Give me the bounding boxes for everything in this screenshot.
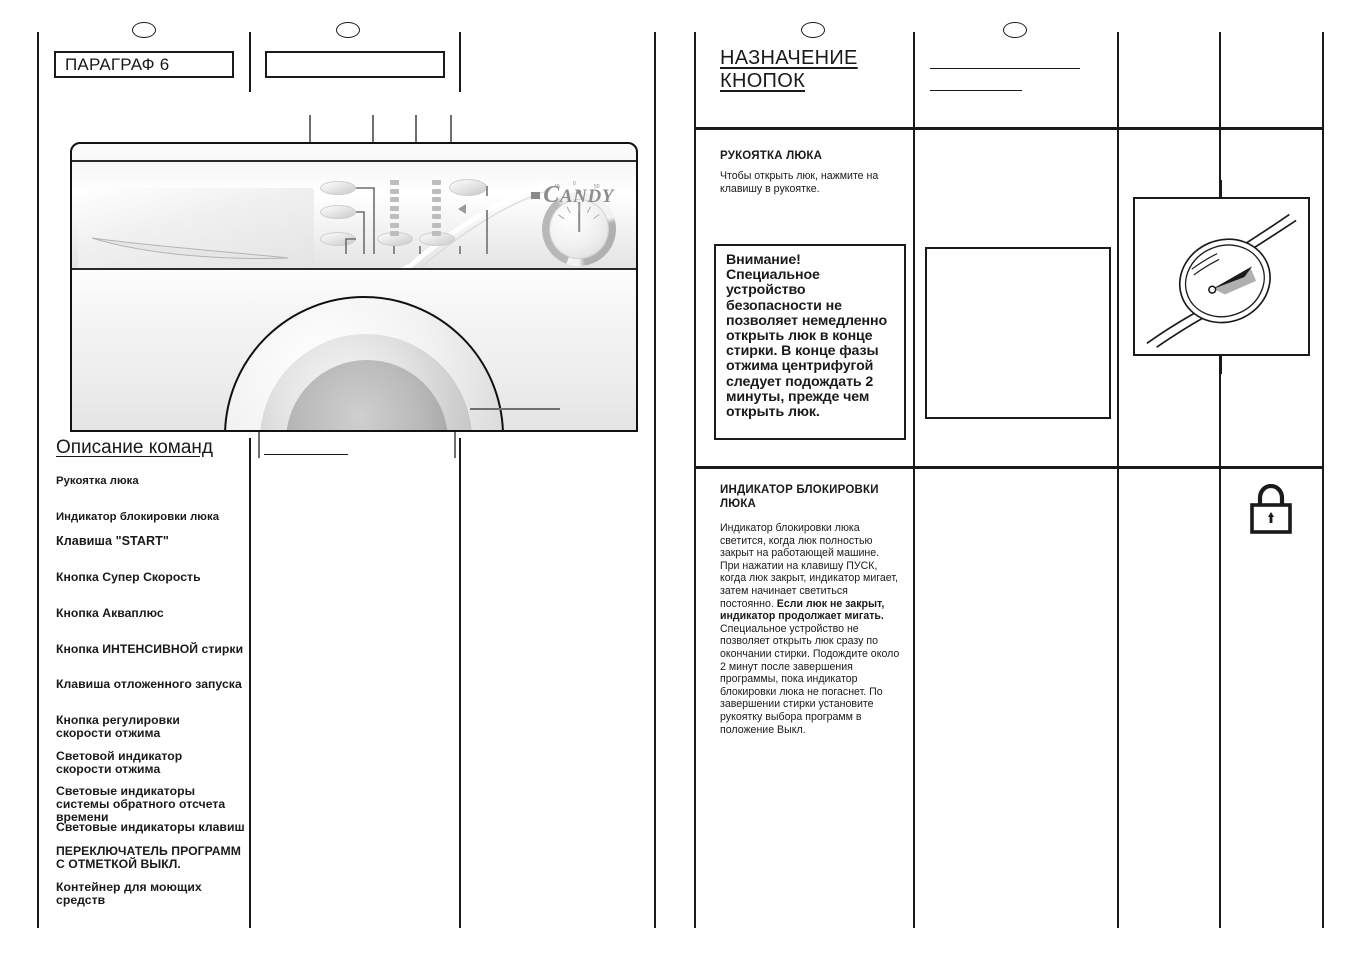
section-title-door-lock: ИНДИКАТОР БЛОКИРОВКИ ЛЮКА <box>720 483 900 511</box>
knob-off-symbol <box>531 192 540 199</box>
left-page-rule-6 <box>654 32 656 928</box>
door-lock-body-part2: Специальное устройство не позволяет откр… <box>720 622 900 736</box>
leader-line-door-handle <box>470 408 560 410</box>
right-page-divider-1 <box>694 127 1324 130</box>
door-outer-ring <box>224 296 504 430</box>
list-item: Световой индикатор скорости отжима <box>56 749 183 776</box>
illustration-tick-top <box>1220 180 1222 198</box>
panel-leader-lines <box>345 186 488 254</box>
manual-spread: ПАРАГРАФ 6 40 0 50 CANDY Описание команд… <box>0 0 1351 954</box>
list-item: Кнопка Акваплюс <box>56 606 164 620</box>
drawer-handle-curve <box>91 237 289 259</box>
registration-mark-right-1 <box>801 22 825 38</box>
warning-text: Внимание! Специальное устройство безопас… <box>726 252 888 421</box>
registration-mark-left <box>132 22 156 38</box>
left-page-rule-5 <box>459 438 461 928</box>
right-page-rule-3 <box>1117 32 1119 928</box>
commands-heading-rule-right <box>264 454 348 455</box>
right-page-rule-1 <box>694 32 696 928</box>
page-title-line1: НАЗНАЧЕНИЕ <box>720 47 858 69</box>
list-item: Клавиша отложенного запуска <box>56 677 242 691</box>
door-handle-illustration-frame <box>1133 197 1310 356</box>
left-page-rule-3 <box>459 32 461 92</box>
warning-box: Внимание! Специальное устройство безопас… <box>714 244 906 440</box>
list-item: ПЕРЕКЛЮЧАТЕЛЬ ПРОГРАММ С ОТМЕТКОЙ ВЫКЛ. <box>56 844 241 871</box>
door-middle-ring <box>260 334 472 430</box>
chapter-label: ПАРАГРАФ 6 <box>65 54 170 74</box>
left-page-rule-1 <box>37 32 39 928</box>
door-handle-press-diagram <box>1146 213 1297 348</box>
right-page-divider-2 <box>694 466 1324 469</box>
detergent-drawer <box>78 188 314 280</box>
registration-mark-right-2 <box>1003 22 1027 38</box>
right-page-rule-2 <box>913 32 915 928</box>
washing-machine-illustration: 40 0 50 CANDY <box>70 142 638 432</box>
list-item: Индикатор блокировки люка <box>56 511 220 523</box>
brand-initial: C <box>543 182 560 208</box>
page-title: НАЗНАЧЕНИЕ КНОПОК <box>720 47 858 93</box>
door-lock-body-part1: Индикатор блокировки люка светится, когд… <box>720 522 898 610</box>
section-body-door-handle: Чтобы открыть люк, нажмите на клавишу в … <box>720 170 879 195</box>
heading-slot-rule-2 <box>930 90 1022 91</box>
door-glass <box>286 360 448 430</box>
section-title-door-handle: РУКОЯТКА ЛЮКА <box>720 150 823 162</box>
illustration-tick-bottom <box>1220 356 1222 374</box>
list-item: Световые индикаторы клавиш <box>56 820 245 834</box>
list-item: Кнопка регулировки скорости отжима <box>56 713 180 740</box>
list-item: Световые индикаторы системы обратного от… <box>56 784 226 824</box>
list-item: Кнопка Супер Скорость <box>56 570 201 584</box>
chapter-label-box-blank <box>265 51 445 78</box>
control-panel: 40 0 50 CANDY <box>72 162 636 286</box>
padlock-icon <box>1248 484 1294 536</box>
section-body-door-lock: Индикатор блокировки люка светится, когд… <box>720 522 900 736</box>
list-item: Рукоятка люка <box>56 475 139 487</box>
leader-line-bottom-2 <box>454 432 456 458</box>
list-item: Контейнер для моющих средств <box>56 880 202 907</box>
brand-rest: ANDY <box>559 186 614 207</box>
section-title-door-lock-line2: ЛЮКА <box>720 498 757 510</box>
warning-box-blank <box>925 247 1111 419</box>
left-page-rule-4 <box>249 438 251 928</box>
section-title-door-lock-line1: ИНДИКАТОР БЛОКИРОВКИ <box>720 484 879 496</box>
page-title-line2: КНОПОК <box>720 70 806 92</box>
registration-mark-left-2 <box>336 22 360 38</box>
heading-slot-rule-1 <box>930 68 1080 69</box>
leader-line-bottom-1 <box>258 432 260 458</box>
left-page-rule-2 <box>249 32 251 92</box>
brand-logo: CANDY <box>543 182 614 209</box>
chapter-label-box: ПАРАГРАФ 6 <box>54 51 234 78</box>
machine-body: 40 0 50 CANDY <box>70 142 638 432</box>
right-page-rule-5 <box>1322 32 1324 928</box>
commands-heading: Описание команд <box>56 437 214 458</box>
list-item: Кнопка ИНТЕНСИВНОЙ стирки <box>56 642 244 656</box>
list-item: Клавиша "START" <box>56 534 169 548</box>
right-page-rule-4 <box>1219 32 1221 928</box>
machine-door-area <box>72 270 636 430</box>
